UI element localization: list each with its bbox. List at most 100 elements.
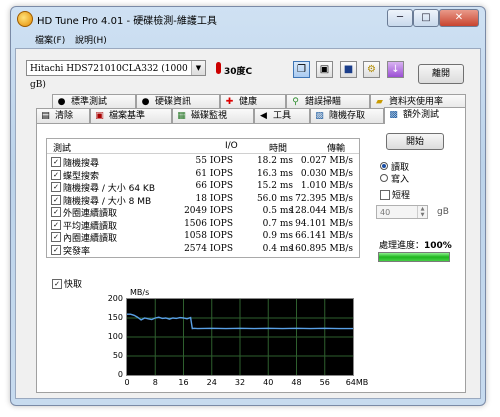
row-checkbox[interactable]: ✓ xyxy=(51,232,61,242)
progress-percent: 100% xyxy=(424,241,452,251)
erase-icon: ▤ xyxy=(41,111,50,121)
app-icon xyxy=(17,11,33,27)
x-tick-label: 24 xyxy=(206,378,217,387)
row-checkbox[interactable]: ✓ xyxy=(51,157,61,167)
progress-fill xyxy=(379,253,449,261)
tab-info[interactable]: ● 硬碟資訊 xyxy=(136,94,220,109)
tab-disk-monitor[interactable]: ▦ 磁碟監視 xyxy=(172,108,254,123)
short-stroke-spinner[interactable]: 40 ▲ ▼ xyxy=(376,205,428,219)
row-io: 1506 IOPS xyxy=(184,218,233,229)
row-time: 56.0 ms xyxy=(256,193,293,204)
x-tick-label: 40 xyxy=(263,378,274,387)
row-checkbox[interactable]: ✓ xyxy=(51,219,61,230)
start-button[interactable]: 開始 xyxy=(386,133,444,150)
x-tick-label: 64MB xyxy=(345,378,369,387)
maximize-button[interactable]: □ xyxy=(413,9,439,27)
health-cross-icon: ✚ xyxy=(225,97,234,107)
close-button[interactable]: ✕ xyxy=(439,9,479,27)
tab-extra-tests[interactable]: ▩ 額外測試 xyxy=(384,107,466,124)
results-table: 測試 I/O 時間 傳輸 ✓ 隨機搜尋 55 IOPS 18.2 ms 0.027 MB… xyxy=(46,138,360,258)
menu-file[interactable]: 檔案(F) xyxy=(35,33,65,46)
cache-label: 快取 xyxy=(64,280,83,290)
row-rate: 66.141 MB/s xyxy=(295,231,353,241)
copy-screen-icon[interactable]: ▣ xyxy=(316,61,333,78)
table-row[interactable]: ✓ 外圈連續讀取 2049 IOPS 0.5 ms 128.044 MB/s xyxy=(47,206,359,219)
x-tick-label: 0 xyxy=(124,378,130,387)
tab-error-scan[interactable]: ⚲ 錯誤掃瞄 xyxy=(286,94,370,109)
table-row[interactable]: ✓ 隨機搜尋 55 IOPS 18.2 ms 0.027 MB/s xyxy=(47,156,359,169)
tab-label: 錯誤掃瞄 xyxy=(305,97,342,107)
row-io: 2049 IOPS xyxy=(184,206,233,216)
exit-button[interactable]: 離開 xyxy=(418,64,464,84)
cache-checkbox[interactable]: ✓ xyxy=(52,279,62,289)
row-test-name: 隨機搜尋 / 大小 8 MB xyxy=(63,196,152,207)
row-io: 18 IOPS xyxy=(195,193,233,204)
tab-tools[interactable]: ◀ 工具 xyxy=(254,108,310,123)
x-tick-label: 32 xyxy=(234,378,246,387)
row-io: 61 IOPS xyxy=(195,168,233,179)
table-row[interactable]: ✓ 隨機搜尋 / 大小 8 MB 18 IOPS 56.0 ms 72.395 MB/s xyxy=(47,193,359,207)
row-checkbox[interactable]: ✓ xyxy=(51,194,61,205)
row-time: 15.2 ms xyxy=(256,181,293,191)
row-io: 2574 IOPS xyxy=(184,243,233,254)
options-icon[interactable]: ⚙ xyxy=(363,61,380,78)
folder-icon: ▰ xyxy=(376,97,383,107)
row-rate: 160.895 MB/s xyxy=(289,243,353,254)
header-io: I/O xyxy=(225,141,238,151)
y-tick-label: 150 xyxy=(107,313,123,322)
table-row[interactable]: ✓ 突發率 2574 IOPS 0.4 ms 160.895 MB/s xyxy=(47,243,359,257)
table-row[interactable]: ✓ 隨機搜尋 / 大小 64 KB 66 IOPS 15.2 ms 1.010 MB/s xyxy=(47,181,359,194)
row-checkbox[interactable]: ✓ xyxy=(51,244,61,255)
progress-bar xyxy=(378,252,450,262)
table-row[interactable]: ✓ 蝶型搜索 61 IOPS 16.3 ms 0.030 MB/s xyxy=(47,168,359,182)
row-time: 18.2 ms xyxy=(256,156,293,166)
temperature-readout: 30度C xyxy=(224,67,253,77)
write-radio[interactable] xyxy=(380,174,388,182)
random-access-icon: ▨ xyxy=(315,111,324,121)
x-tick-label: 16 xyxy=(178,378,189,387)
header-time: 時間 xyxy=(269,144,288,154)
menu-bar: 檔案(F) 說明(H) xyxy=(15,31,481,47)
title-bar[interactable]: HD Tune Pro 4.01 - 硬碟檢測-維護工具 ─ □ ✕ xyxy=(11,7,485,29)
minimize-button[interactable]: ─ xyxy=(387,9,413,27)
chevron-down-icon[interactable]: ▼ xyxy=(191,61,205,75)
tab-file-benchmark[interactable]: ▣ 檔案基準 xyxy=(90,108,172,123)
info-icon: ● xyxy=(141,97,150,107)
copy-text-icon[interactable]: ❐ xyxy=(293,61,310,78)
tab-erase[interactable]: ▤ 清除 xyxy=(36,108,90,123)
benchmark-icon: ● xyxy=(57,97,66,107)
row-checkbox[interactable]: ✓ xyxy=(51,207,61,217)
header-test: 測試 xyxy=(53,144,72,154)
menu-help[interactable]: 說明(H) xyxy=(75,33,107,46)
extra-tests-icon: ▩ xyxy=(389,110,398,120)
row-checkbox[interactable]: ✓ xyxy=(51,169,61,180)
row-time: 0.5 ms xyxy=(262,206,293,216)
tab-label: 硬碟資訊 xyxy=(155,97,192,107)
speaker-icon: ◀ xyxy=(260,111,267,121)
row-io: 55 IOPS xyxy=(195,156,233,166)
short-stroke-value: 40 xyxy=(380,208,391,217)
tab-health[interactable]: ✚ 健康 xyxy=(220,94,286,109)
y-tick-label: 100 xyxy=(107,332,123,341)
download-icon[interactable]: ↓ xyxy=(387,61,404,78)
drive-select[interactable]: Hitachi HDS721010CLA332 (1000 gB) ▼ xyxy=(26,60,206,90)
row-test-name: 內圈連續讀取 xyxy=(63,234,118,244)
save-icon[interactable]: ■ xyxy=(340,61,357,78)
spinner-arrows-icon[interactable]: ▲ ▼ xyxy=(417,206,427,218)
row-test-name: 隨機搜尋 xyxy=(63,159,100,169)
write-label: 寫入 xyxy=(391,175,410,185)
read-radio[interactable] xyxy=(380,162,388,170)
short-stroke-unit: gB xyxy=(437,207,449,217)
short-stroke-checkbox[interactable] xyxy=(380,190,390,200)
row-test-name: 平均連續讀取 xyxy=(63,221,118,232)
table-header: 測試 I/O 時間 傳輸 xyxy=(47,139,359,154)
table-row[interactable]: ✓ 平均連續讀取 1506 IOPS 0.7 ms 94.101 MB/s xyxy=(47,218,359,232)
progress-caption: 處理進度： xyxy=(379,241,425,251)
tab-benchmark[interactable]: ● 標準測試 xyxy=(52,94,136,109)
tab-label: 額外測試 xyxy=(403,110,440,120)
tab-random-access[interactable]: ▨ 隨機存取 xyxy=(310,108,384,123)
row-test-name: 外圈連續讀取 xyxy=(63,209,118,219)
row-rate: 0.030 MB/s xyxy=(300,168,353,179)
table-row[interactable]: ✓ 內圈連續讀取 1058 IOPS 0.9 ms 66.141 MB/s xyxy=(47,231,359,244)
row-checkbox[interactable]: ✓ xyxy=(51,182,61,192)
